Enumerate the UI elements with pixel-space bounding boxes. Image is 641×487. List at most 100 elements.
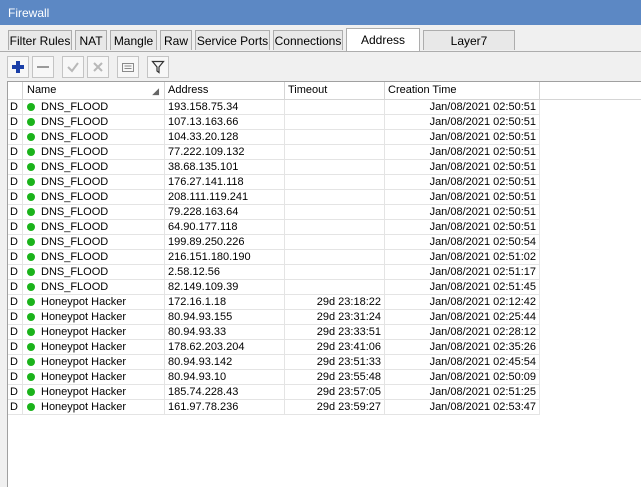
enable-button[interactable]: [62, 56, 84, 78]
table-row[interactable]: D DNS_FLOOD 64.90.177.118 Jan/08/2021 02:50…: [8, 220, 641, 235]
row-name-label: DNS_FLOOD: [41, 101, 109, 113]
table-row[interactable]: D DNS_FLOOD 38.68.135.101 Jan/08/2021 02:50…: [8, 160, 641, 175]
row-name-label: Honeypot Hacker: [41, 326, 126, 338]
column-header-timeout[interactable]: Timeout: [285, 82, 385, 99]
row-creation-time: Jan/08/2021 02:51:17: [385, 265, 540, 280]
toolbar: [0, 52, 641, 81]
table-row[interactable]: D Honeypot Hacker 80.94.93.155 29d 23:31:24…: [8, 310, 641, 325]
row-flag: D: [8, 400, 23, 415]
row-timeout: [285, 220, 385, 235]
row-name-label: Honeypot Hacker: [41, 356, 126, 368]
row-name-label: DNS_FLOOD: [41, 191, 109, 203]
row-flag: D: [8, 175, 23, 190]
table-row[interactable]: D Honeypot Hacker 80.94.93.10 29d 23:55:48 J…: [8, 370, 641, 385]
tab-nat[interactable]: NAT: [75, 30, 107, 50]
row-name-label: DNS_FLOOD: [41, 236, 109, 248]
table-row[interactable]: D DNS_FLOOD 2.58.12.56 Jan/08/2021 02:51:17: [8, 265, 641, 280]
row-name-label: Honeypot Hacker: [41, 401, 126, 413]
column-header-address[interactable]: Address: [165, 82, 285, 99]
address-list-table[interactable]: Name ◢ Address Timeout Creation Time D DNS…: [7, 81, 641, 487]
table-row[interactable]: D DNS_FLOOD 208.111.119.241 Jan/08/2021 02:…: [8, 190, 641, 205]
window-title: Firewall: [8, 6, 50, 20]
row-address: 64.90.177.118: [165, 220, 285, 235]
row-flag: D: [8, 130, 23, 145]
tab-raw[interactable]: Raw: [160, 30, 192, 50]
remove-button[interactable]: [32, 56, 54, 78]
tab-filter-rules[interactable]: Filter Rules: [8, 30, 72, 50]
row-timeout: 29d 23:33:51: [285, 325, 385, 340]
row-creation-time: Jan/08/2021 02:50:51: [385, 145, 540, 160]
comment-button[interactable]: [117, 56, 139, 78]
tab-layer7-protocols[interactable]: Layer7 Protocols: [423, 30, 515, 68]
row-creation-time: Jan/08/2021 02:25:44: [385, 310, 540, 325]
table-row[interactable]: D DNS_FLOOD 216.151.180.190 Jan/08/2021 02:…: [8, 250, 641, 265]
enabled-status-icon: [27, 163, 35, 171]
row-name-label: DNS_FLOOD: [41, 266, 109, 278]
row-address: 80.94.93.10: [165, 370, 285, 385]
row-address: 216.151.180.190: [165, 250, 285, 265]
row-timeout: 29d 23:41:06: [285, 340, 385, 355]
column-header-name[interactable]: Name ◢: [23, 82, 165, 99]
row-creation-time: Jan/08/2021 02:50:54: [385, 235, 540, 250]
table-row[interactable]: D DNS_FLOOD 79.228.163.64 Jan/08/2021 02:50…: [8, 205, 641, 220]
row-name: Honeypot Hacker: [23, 340, 165, 355]
table-row[interactable]: D DNS_FLOOD 104.33.20.128 Jan/08/2021 02:50…: [8, 130, 641, 145]
row-address: 185.74.228.43: [165, 385, 285, 400]
table-row[interactable]: D DNS_FLOOD 77.222.109.132 Jan/08/2021 02:5…: [8, 145, 641, 160]
row-name: DNS_FLOOD: [23, 280, 165, 295]
row-address: 107.13.163.66: [165, 115, 285, 130]
table-row[interactable]: D Honeypot Hacker 172.16.1.18 29d 23:18:22 J…: [8, 295, 641, 310]
row-flag: D: [8, 115, 23, 130]
row-flag: D: [8, 220, 23, 235]
table-row[interactable]: D Honeypot Hacker 80.94.93.33 29d 23:33:51 J…: [8, 325, 641, 340]
column-header-creation-time[interactable]: Creation Time: [385, 82, 540, 99]
row-address: 80.94.93.155: [165, 310, 285, 325]
tab-address-lists[interactable]: Address Lists: [346, 28, 420, 69]
table-row[interactable]: D DNS_FLOOD 107.13.163.66 Jan/08/2021 02:50…: [8, 115, 641, 130]
sort-icon: ◢: [152, 86, 159, 96]
row-name-label: Honeypot Hacker: [41, 386, 126, 398]
row-timeout: [285, 265, 385, 280]
row-creation-time: Jan/08/2021 02:28:12: [385, 325, 540, 340]
enabled-status-icon: [27, 193, 35, 201]
row-timeout: [285, 130, 385, 145]
table-row[interactable]: D Honeypot Hacker 80.94.93.142 29d 23:51:33…: [8, 355, 641, 370]
row-name: Honeypot Hacker: [23, 295, 165, 310]
row-name-label: Honeypot Hacker: [41, 371, 126, 383]
title-bar[interactable]: Firewall: [0, 0, 641, 26]
row-timeout: [285, 160, 385, 175]
enabled-status-icon: [27, 313, 35, 321]
enabled-status-icon: [27, 298, 35, 306]
tab-mangle[interactable]: Mangle: [110, 30, 157, 50]
row-timeout: [285, 205, 385, 220]
table-row[interactable]: D Honeypot Hacker 185.74.228.43 29d 23:57:0…: [8, 385, 641, 400]
row-timeout: [285, 280, 385, 295]
table-row[interactable]: D DNS_FLOOD 199.89.250.226 Jan/08/2021 02:5…: [8, 235, 641, 250]
row-name: DNS_FLOOD: [23, 130, 165, 145]
row-timeout: [285, 175, 385, 190]
enabled-status-icon: [27, 133, 35, 141]
row-creation-time: Jan/08/2021 02:50:51: [385, 205, 540, 220]
add-button[interactable]: [7, 56, 29, 78]
enabled-status-icon: [27, 103, 35, 111]
enabled-status-icon: [27, 223, 35, 231]
tab-service-ports[interactable]: Service Ports: [195, 30, 270, 50]
row-flag: D: [8, 190, 23, 205]
row-flag: D: [8, 295, 23, 310]
enabled-status-icon: [27, 118, 35, 126]
row-address: 79.228.163.64: [165, 205, 285, 220]
row-name-label: DNS_FLOOD: [41, 221, 109, 233]
row-name: DNS_FLOOD: [23, 250, 165, 265]
disable-button[interactable]: [87, 56, 109, 78]
table-row[interactable]: D Honeypot Hacker 178.62.203.204 29d 23:41:…: [8, 340, 641, 355]
table-row[interactable]: D DNS_FLOOD 82.149.109.39 Jan/08/2021 02:51…: [8, 280, 641, 295]
row-name: DNS_FLOOD: [23, 205, 165, 220]
table-row[interactable]: D Honeypot Hacker 161.97.78.236 29d 23:59:2…: [8, 400, 641, 415]
table-row[interactable]: D DNS_FLOOD 193.158.75.34 Jan/08/2021 02:50…: [8, 100, 641, 115]
tab-connections[interactable]: Connections: [273, 30, 343, 50]
enabled-status-icon: [27, 208, 35, 216]
row-timeout: [285, 190, 385, 205]
table-row[interactable]: D DNS_FLOOD 176.27.141.118 Jan/08/2021 02:5…: [8, 175, 641, 190]
filter-button[interactable]: [147, 56, 169, 78]
cross-icon: [93, 62, 103, 72]
